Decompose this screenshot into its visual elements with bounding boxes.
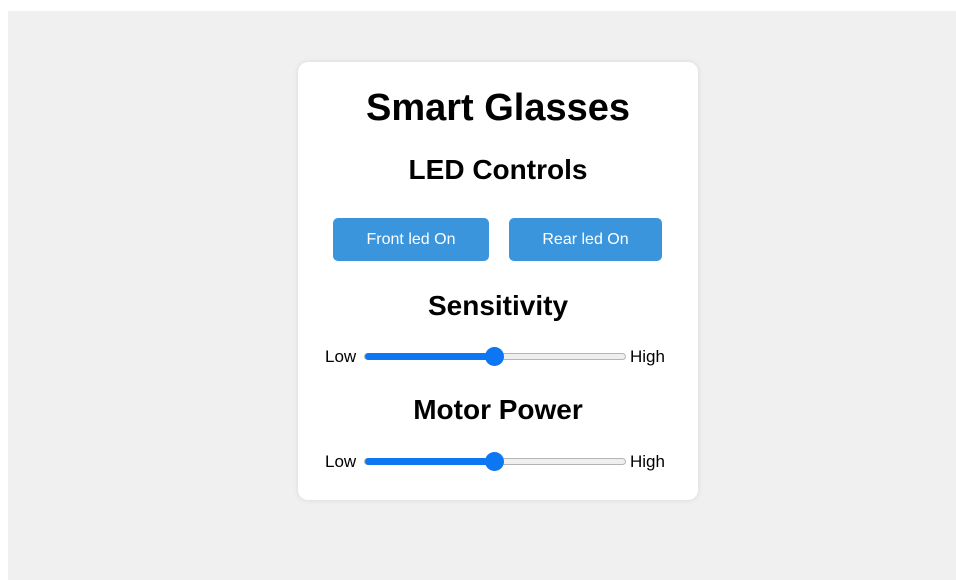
sensitivity-high-label: High [630, 347, 665, 366]
sensitivity-slider-fill [365, 353, 495, 360]
front-led-on-button[interactable]: Front led On [333, 218, 489, 261]
motor-power-slider-thumb[interactable] [485, 452, 504, 471]
motor-power-slider-row: Low High [298, 450, 698, 474]
page-background: Smart Glasses LED Controls Front led On … [8, 11, 956, 580]
sensitivity-low-label: Low [325, 347, 357, 366]
control-panel-card: Smart Glasses LED Controls Front led On … [298, 62, 698, 500]
sensitivity-slider-row: Low High [298, 345, 698, 369]
motor-power-heading: Motor Power [413, 394, 583, 425]
motor-power-slider[interactable] [364, 452, 626, 471]
motor-power-low-label: Low [325, 452, 357, 471]
motor-power-slider-fill [365, 458, 495, 465]
sensitivity-slider[interactable] [364, 347, 626, 366]
rear-led-on-button[interactable]: Rear led On [509, 218, 662, 261]
sensitivity-heading: Sensitivity [427, 290, 569, 321]
page-title: Smart Glasses [365, 87, 631, 129]
motor-power-high-label: High [630, 452, 665, 471]
led-controls-heading: LED Controls [408, 154, 588, 185]
sensitivity-slider-thumb[interactable] [485, 347, 504, 366]
